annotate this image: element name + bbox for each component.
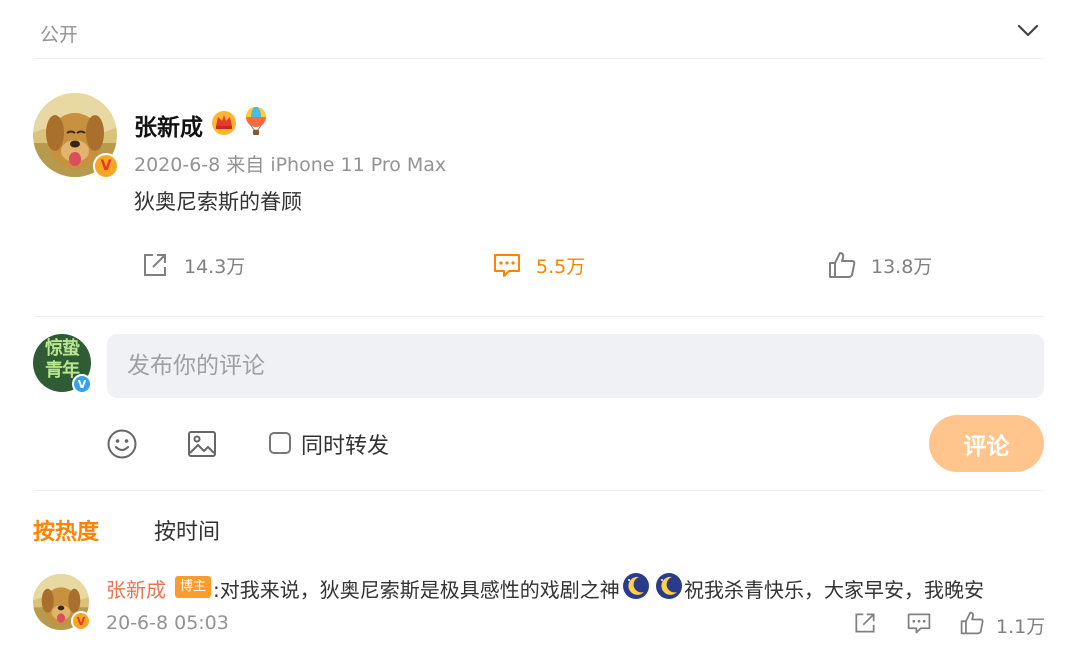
comment-count: 5.5万 [536, 255, 586, 278]
comment-text: :对我来说，狄奥尼索斯是极具感性的戏剧之神 [213, 578, 620, 602]
repost-checkbox-label[interactable]: 同时转发 [301, 428, 389, 460]
like-button[interactable]: 13.8万 [827, 249, 932, 281]
post-author-name[interactable]: 张新成 [134, 108, 203, 142]
author-tag-badge: 博主 [175, 576, 212, 598]
visibility-bar: 公开 [0, 0, 1080, 60]
repost-count: 14.3万 [184, 255, 246, 278]
tab-sort-hot[interactable]: 按热度 [33, 514, 99, 546]
like-count: 13.8万 [871, 255, 933, 278]
submit-comment-button[interactable]: 评论 [929, 415, 1044, 472]
divider [34, 58, 1044, 59]
verified-badge-icon: V [93, 153, 119, 179]
divider [34, 490, 1044, 491]
balloon-icon[interactable] [244, 106, 268, 136]
moon-emoji-icon [656, 573, 682, 599]
comment-button[interactable]: 5.5万 [492, 249, 585, 281]
verified-badge-icon: V [71, 611, 91, 631]
image-icon[interactable] [186, 428, 218, 460]
post-meta: 2020-6-8 来自 iPhone 11 Pro Max [134, 154, 447, 176]
comment-time: 20-6-8 05:03 [106, 612, 229, 634]
comment-like-icon[interactable] [959, 610, 985, 636]
comment-like-count: 1.1万 [996, 616, 1046, 638]
verified-badge-icon: V [72, 374, 92, 394]
comment-input[interactable] [107, 334, 1044, 398]
post-text: 狄奥尼索斯的眷顾 [134, 190, 302, 214]
thumbs-up-icon [829, 252, 856, 278]
comment-text-continued: 祝我杀青快乐，大家早安，我晚安 [684, 578, 984, 602]
chevron-down-icon[interactable] [1014, 16, 1042, 44]
repost-button[interactable]: 14.3万 [140, 249, 245, 281]
visibility-label[interactable]: 公开 [40, 20, 78, 47]
divider [34, 316, 1044, 317]
share-icon [144, 254, 166, 276]
comment-reply-icon[interactable] [906, 610, 932, 636]
emoji-icon[interactable] [106, 428, 138, 460]
comment-author-name[interactable]: 张新成 [106, 574, 166, 603]
comment-icon [494, 254, 520, 277]
comment-share-icon[interactable] [852, 610, 878, 636]
tab-sort-time[interactable]: 按时间 [154, 514, 220, 546]
repost-checkbox[interactable] [269, 432, 291, 454]
crown-icon[interactable] [210, 108, 238, 136]
moon-emoji-icon [623, 573, 649, 599]
